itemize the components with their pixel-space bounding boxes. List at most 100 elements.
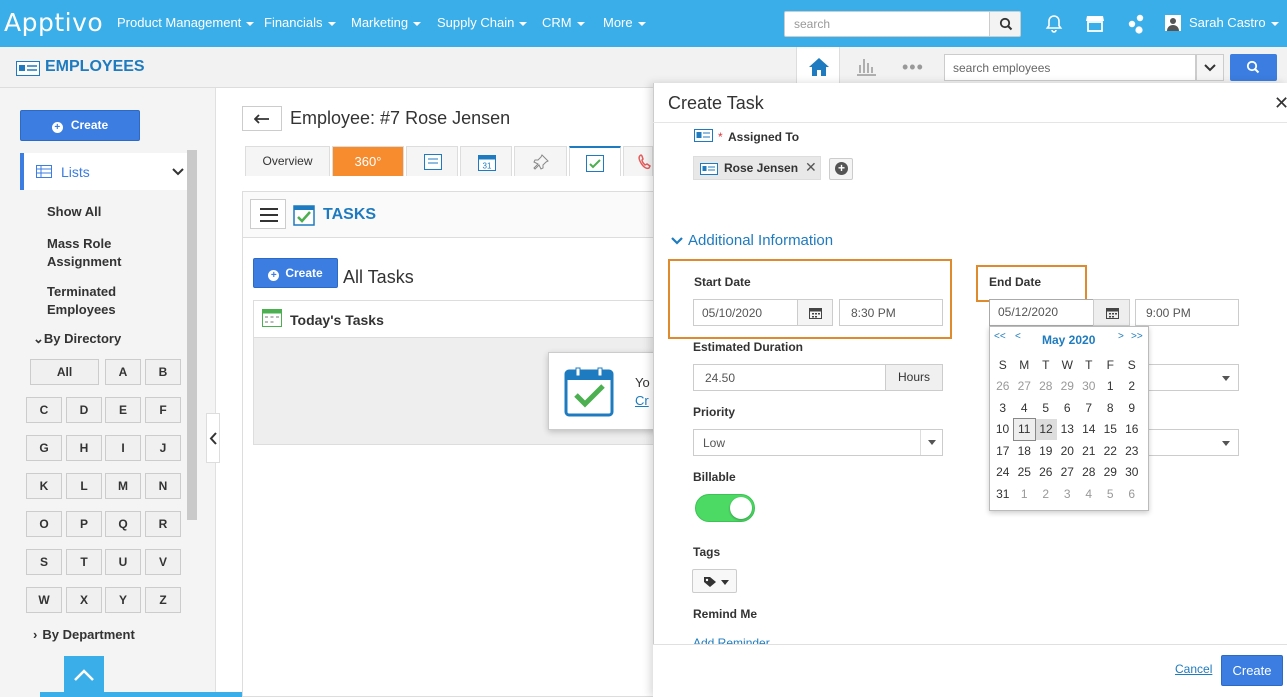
tab-calls[interactable] [623,146,653,176]
billable-toggle[interactable] [695,494,755,522]
create-task-button[interactable]: + Create [253,258,338,288]
scroll-top-button[interactable] [64,656,104,697]
popup-link[interactable]: Cr [635,393,649,408]
letter-t[interactable]: T [66,549,102,575]
tab-overview[interactable]: Overview [245,146,330,176]
letter-q[interactable]: Q [105,511,141,537]
nav-supply-chain[interactable]: Supply Chain [437,15,528,30]
calendar-day[interactable]: 23 [1121,440,1143,462]
letter-h[interactable]: H [66,435,102,461]
calendar-day[interactable]: 27 [1014,376,1036,398]
calendar-day[interactable]: 25 [1014,462,1036,484]
calendar-day[interactable]: 22 [1100,440,1122,462]
remove-assignee-icon[interactable]: ✕ [805,159,817,176]
calendar-day[interactable]: 13 [1057,419,1079,441]
nav-product-management[interactable]: Product Management [117,15,255,30]
letter-l[interactable]: L [66,473,102,499]
letter-p[interactable]: P [66,511,102,537]
letter-n[interactable]: N [145,473,181,499]
letter-s[interactable]: S [26,549,62,575]
calendar-day[interactable]: 24 [992,462,1014,484]
sidebar-item-show-all[interactable]: Show All [47,203,167,221]
bell-icon[interactable] [1045,14,1063,33]
sidebar-by-directory[interactable]: ⌄By Directory [33,331,121,347]
end-date-input[interactable]: 05/12/2020 [989,299,1094,326]
sidebar-item-mass-role[interactable]: Mass Role Assignment [47,235,147,271]
letter-b[interactable]: B [145,359,181,385]
calendar-day[interactable]: 29 [1057,376,1079,398]
letter-k[interactable]: K [26,473,62,499]
calendar-day[interactable]: 5 [1100,483,1122,505]
calendar-day[interactable]: 16 [1121,419,1143,441]
calendar-day[interactable]: 28 [1078,462,1100,484]
calendar-day[interactable]: 29 [1100,462,1122,484]
calendar-day[interactable]: 30 [1078,376,1100,398]
nav-marketing[interactable]: Marketing [351,15,422,30]
create-task-submit-button[interactable]: Create [1221,655,1283,686]
tab-calendar[interactable]: 31 [460,146,512,176]
menu-button[interactable] [250,199,286,229]
right-select-2[interactable] [1135,429,1239,456]
add-assignee-button[interactable]: + [829,158,853,180]
letter-e[interactable]: E [105,397,141,423]
store-icon[interactable] [1085,14,1105,33]
calendar-day[interactable]: 6 [1121,483,1143,505]
prev-month-button[interactable]: < [1015,331,1021,342]
calendar-day[interactable]: 31 [992,483,1014,505]
calendar-day[interactable]: 2 [1035,483,1057,505]
start-date-picker-button[interactable] [797,299,833,326]
cancel-button[interactable]: Cancel [1175,662,1212,676]
next-year-button[interactable]: >> [1131,331,1143,342]
tab-notes[interactable] [406,146,458,176]
calendar-day[interactable]: 1 [1100,376,1122,398]
letter-d[interactable]: D [66,397,102,423]
additional-info-toggle[interactable]: Additional Information [688,232,833,249]
prev-year-button[interactable]: << [994,331,1006,342]
apps-icon[interactable] [1126,13,1146,35]
letter-r[interactable]: R [145,511,181,537]
tab-tasks[interactable] [569,146,621,176]
nav-crm[interactable]: CRM [542,15,585,30]
calendar-day[interactable]: 30 [1121,462,1143,484]
end-time-input[interactable]: 9:00 PM [1135,299,1239,326]
end-date-picker-button[interactable] [1093,299,1130,326]
next-month-button[interactable]: > [1118,331,1124,342]
calendar-day-selected[interactable]: 12 [1035,418,1057,440]
calendar-day[interactable]: 2 [1121,376,1143,398]
calendar-day[interactable]: 15 [1100,419,1122,441]
home-tab[interactable] [796,47,840,88]
user-menu[interactable]: Sarah Castro [1189,15,1279,30]
letter-v[interactable]: V [145,549,181,575]
letter-c[interactable]: C [26,397,62,423]
calendar-day[interactable]: 20 [1057,440,1079,462]
letter-w[interactable]: W [26,587,62,613]
search-dropdown-toggle[interactable] [1196,54,1224,81]
letter-m[interactable]: M [105,473,141,499]
calendar-day[interactable]: 1 [1014,483,1036,505]
sidebar-lists[interactable]: Lists [20,153,187,190]
calendar-day[interactable]: 6 [1057,397,1079,419]
assignee-chip[interactable]: Rose Jensen ✕ [693,156,821,180]
calendar-day[interactable]: 5 [1035,397,1057,419]
calendar-day[interactable]: 10 [992,419,1014,441]
letter-i[interactable]: I [105,435,141,461]
start-time-input[interactable]: 8:30 PM [839,299,943,326]
close-icon[interactable]: ✕ [1274,93,1287,114]
letter-z[interactable]: Z [145,587,181,613]
calendar-day[interactable]: 7 [1078,397,1100,419]
calendar-day[interactable]: 27 [1057,462,1079,484]
calendar-day[interactable]: 4 [1014,397,1036,419]
letter-x[interactable]: X [66,587,102,613]
calendar-day-today[interactable]: 11 [1013,418,1036,441]
letter-a[interactable]: A [105,359,141,385]
calendar-day[interactable]: 8 [1100,397,1122,419]
sidebar-collapse-toggle[interactable] [206,413,220,463]
add-reminder-link[interactable]: Add Reminder [693,636,770,644]
letter-g[interactable]: G [26,435,62,461]
global-search-input[interactable]: search [784,11,991,37]
letter-y[interactable]: Y [105,587,141,613]
calendar-day[interactable]: 17 [992,440,1014,462]
calendar-day[interactable]: 28 [1035,376,1057,398]
nav-financials[interactable]: Financials [264,15,336,30]
calendar-day[interactable]: 21 [1078,440,1100,462]
